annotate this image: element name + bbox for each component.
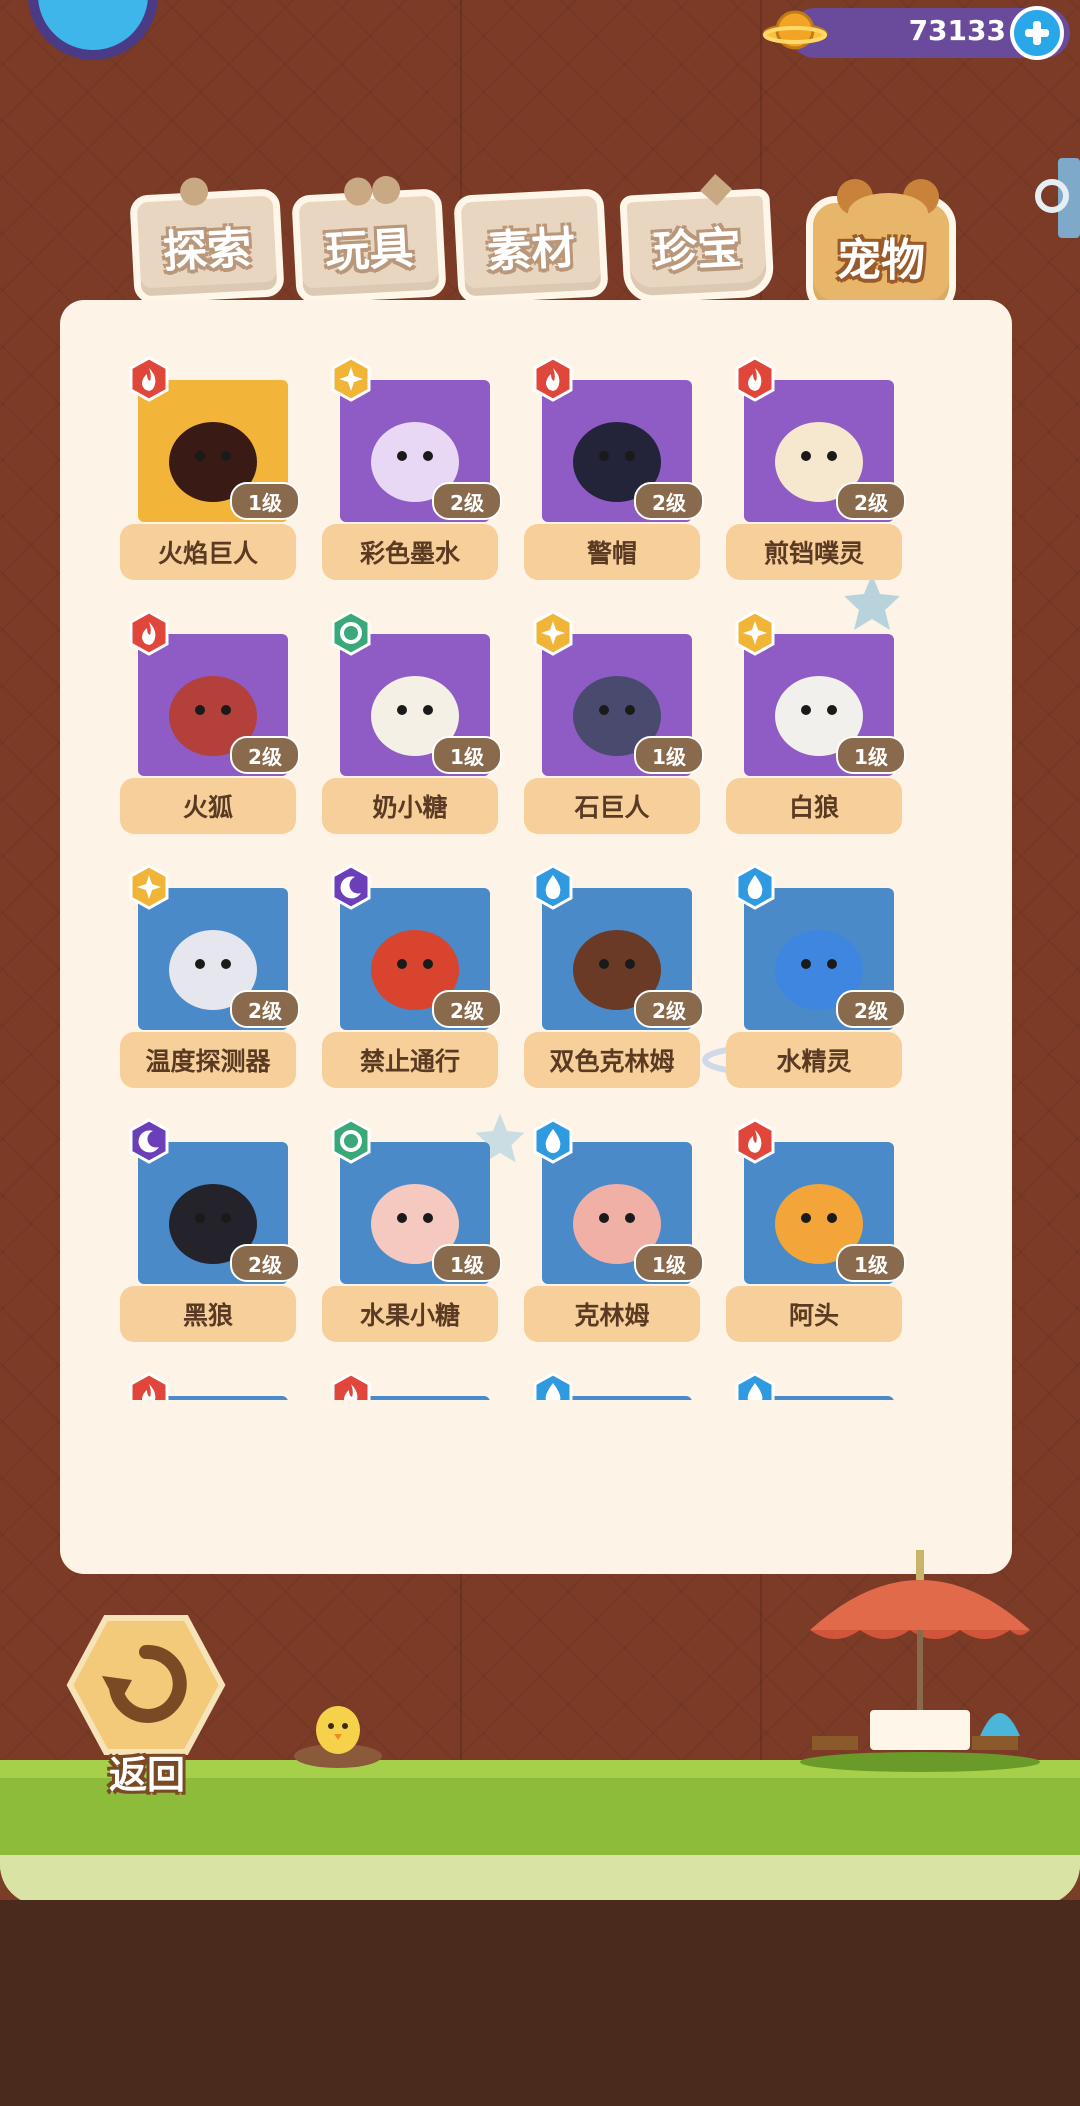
pet-name: 阿头	[726, 1286, 902, 1342]
pet-level-badge: 2级	[836, 990, 906, 1028]
leaf-element-icon	[328, 610, 374, 656]
tab-pets[interactable]: 宠物	[806, 179, 956, 316]
moon-element-icon	[126, 1118, 172, 1164]
currency-value: 73133	[908, 14, 1006, 47]
pet-name: 煎铛噗灵	[726, 524, 902, 580]
pet-level-badge: 2级	[230, 990, 300, 1028]
fire-element-icon	[126, 356, 172, 402]
fire-element-icon	[732, 356, 778, 402]
pet-card[interactable]	[126, 1372, 326, 1400]
pet-level-badge: 1级	[432, 736, 502, 774]
tab-explore[interactable]: 探索	[129, 177, 285, 304]
fire-element-icon	[126, 1372, 172, 1400]
pet-card[interactable]: 2级黑狼	[120, 1118, 326, 1358]
moon-element-icon	[328, 864, 374, 910]
chick-icon	[294, 1706, 382, 1768]
toy-icon	[344, 176, 401, 206]
pet-card[interactable]: 1级火焰巨人	[120, 356, 326, 596]
star-element-icon	[126, 864, 172, 910]
pet-level-badge: 1级	[230, 482, 300, 520]
pet-level-badge: 2级	[230, 1244, 300, 1282]
tab-label: 珍宝	[651, 222, 743, 279]
pet-card[interactable]	[328, 1372, 528, 1400]
pet-card[interactable]	[530, 1372, 730, 1400]
pet-card[interactable]: 1级奶小糖	[322, 610, 528, 850]
pet-card[interactable]: 2级水精灵	[726, 864, 932, 1104]
pet-level-badge: 2级	[432, 482, 502, 520]
pet-level-badge: 1级	[634, 1244, 704, 1282]
bear-ears-icon	[837, 179, 939, 219]
pet-name: 警帽	[524, 524, 700, 580]
pet-name: 双色克林姆	[524, 1032, 700, 1088]
water-element-icon	[530, 864, 576, 910]
leaf-element-icon	[328, 1118, 374, 1164]
pet-card[interactable]: 2级彩色墨水	[322, 356, 528, 596]
umbrella-table-decoration-icon	[800, 1550, 1040, 1772]
pet-name: 彩色墨水	[322, 524, 498, 580]
pet-name: 奶小糖	[322, 778, 498, 834]
tab-label: 探索	[161, 222, 253, 279]
pet-level-badge: 1级	[836, 1244, 906, 1282]
fire-element-icon	[328, 1372, 374, 1400]
pet-card[interactable]: 2级警帽	[524, 356, 730, 596]
pet-card[interactable]: 1级克林姆	[524, 1118, 730, 1358]
return-label: 返回	[108, 1753, 185, 1797]
gem-icon	[700, 173, 733, 206]
paperclip-icon[interactable]	[1030, 158, 1080, 238]
pet-name: 禁止通行	[322, 1032, 498, 1088]
pet-grid: 1级 火焰巨人 2级 彩色墨水 2级 警帽 2级 煎铛噗灵 2级 火狐 1级 奶小糖 1级 石巨人 1级 白狼…	[60, 300, 1012, 1400]
magnifier-icon	[180, 177, 209, 206]
water-element-icon	[732, 1372, 778, 1400]
tab-label: 玩具	[323, 222, 415, 279]
pet-card[interactable]: 1级石巨人	[524, 610, 730, 850]
pet-name: 黑狼	[120, 1286, 296, 1342]
pet-card[interactable]: 1级白狼	[726, 610, 932, 850]
star-element-icon	[530, 610, 576, 656]
pet-level-badge: 2级	[836, 482, 906, 520]
plus-icon	[1025, 21, 1049, 45]
pet-name: 火狐	[120, 778, 296, 834]
pet-card[interactable]: 2级温度探测器	[120, 864, 326, 1104]
pet-name: 水果小糖	[322, 1286, 498, 1342]
tab-treasure[interactable]: 珍宝	[619, 173, 775, 304]
fire-element-icon	[530, 356, 576, 402]
pet-name: 水精灵	[726, 1032, 902, 1088]
grass-edge	[0, 1855, 1080, 1905]
planet-coin-icon	[762, 10, 828, 50]
fire-element-icon	[126, 610, 172, 656]
return-arrow-icon	[66, 1615, 226, 1755]
star-element-icon	[732, 610, 778, 656]
pet-card[interactable]: 2级双色克林姆	[524, 864, 730, 1104]
pet-level-badge: 2级	[634, 990, 704, 1028]
pet-card[interactable]: 2级火狐	[120, 610, 326, 850]
pet-inventory-panel: 1级 火焰巨人 2级 彩色墨水 2级 警帽 2级 煎铛噗灵 2级 火狐 1级 奶小糖 1级 石巨人 1级 白狼…	[60, 300, 1012, 1574]
pet-name: 白狼	[726, 778, 902, 834]
pet-card[interactable]: 1级阿头	[726, 1118, 932, 1358]
star-element-icon	[328, 356, 374, 402]
pet-level-badge: 1级	[634, 736, 704, 774]
pet-name: 火焰巨人	[120, 524, 296, 580]
tab-materials[interactable]: 素材	[453, 188, 609, 304]
pet-name: 克林姆	[524, 1286, 700, 1342]
pet-name: 石巨人	[524, 778, 700, 834]
pet-level-badge: 1级	[836, 736, 906, 774]
tab-label: 素材	[485, 222, 577, 279]
tab-label: 宠物	[837, 235, 925, 286]
pet-card[interactable]: 2级禁止通行	[322, 864, 528, 1104]
water-element-icon	[530, 1118, 576, 1164]
pet-card[interactable]: 1级水果小糖	[322, 1118, 528, 1358]
water-element-icon	[530, 1372, 576, 1400]
pet-card[interactable]: 2级煎铛噗灵	[726, 356, 932, 596]
pet-level-badge: 2级	[230, 736, 300, 774]
underground-dirt	[0, 1900, 1080, 2106]
pet-level-badge: 1级	[432, 1244, 502, 1282]
pet-name: 温度探测器	[120, 1032, 296, 1088]
pet-level-badge: 2级	[432, 990, 502, 1028]
add-currency-button[interactable]	[1010, 6, 1064, 60]
pet-card[interactable]	[732, 1372, 932, 1400]
pet-level-badge: 2级	[634, 482, 704, 520]
tab-toys[interactable]: 玩具	[291, 176, 447, 304]
fire-element-icon	[732, 1118, 778, 1164]
water-element-icon	[732, 864, 778, 910]
